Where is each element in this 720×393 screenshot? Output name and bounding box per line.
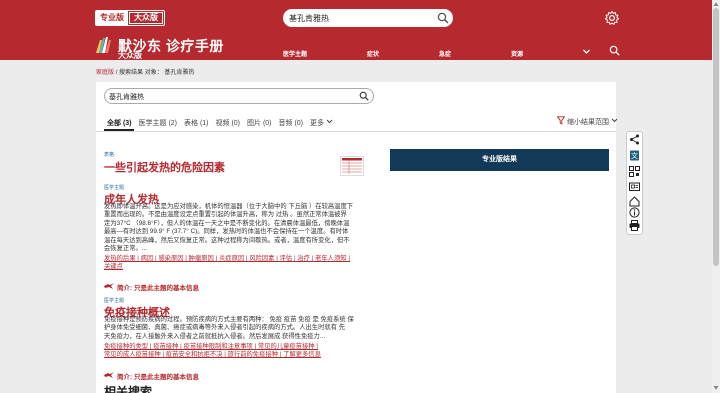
- search-icon[interactable]: [359, 91, 369, 101]
- section-links-line[interactable]: 常见的成人疫苗接种 | 疫苗安全和抗拒不决 | 旅行前的免疫接种 | 了解更多信…: [104, 351, 321, 359]
- scrollbar-thumb[interactable]: [713, 8, 719, 266]
- summary-bird-icon: [104, 372, 114, 378]
- tab-medical-topics[interactable]: 医学主题 (2): [139, 118, 178, 128]
- narrow-results-button[interactable]: 缩小结果范围: [567, 117, 618, 127]
- tab-audio[interactable]: 音频 (0): [279, 118, 304, 128]
- related-searches-heading: 相关搜索: [104, 385, 153, 393]
- results-search-value: 基孔肯雅热: [109, 94, 144, 101]
- header-search-input[interactable]: 基孔肯雅热: [283, 9, 453, 27]
- tabs-divider: [96, 131, 616, 132]
- nav-emergencies[interactable]: 急症: [439, 49, 451, 58]
- snippet-line: 会恢复正常。...: [104, 245, 148, 253]
- chevron-down-icon: [611, 118, 618, 123]
- tab-more-label: 更多: [310, 120, 324, 127]
- consumer-edition-button[interactable]: 大众版: [129, 12, 163, 24]
- result-type-tabs: 全部 (3) 医学主题 (2) 表格 (1) 视频 (0) 图片 (0) 音频 …: [107, 118, 333, 128]
- result-snippet: 免疫接种是预防疾病的过程。预防疾病的方式主要有两种： 免疫 疫苗 免疫 是 免疫…: [104, 316, 354, 341]
- breadcrumb-home-link[interactable]: 家庭版: [96, 70, 114, 76]
- search-icon[interactable]: [609, 45, 620, 56]
- chevron-down-icon: [326, 119, 333, 124]
- table-thumbnail-icon[interactable]: [340, 156, 364, 176]
- snippet-line: 护身体免受细菌、真菌、癌症或病毒等外来入侵者引起的疾病的方式。人出生时就有 先: [104, 324, 346, 332]
- result-title-link[interactable]: 一些引起发热的危险因素: [104, 159, 225, 175]
- section-links-line[interactable]: 发热的后果 | 病因 | 感染原因 | 肿瘤原因 | 炎症原因 | 风险因素 |…: [104, 255, 350, 263]
- svg-text:文: 文: [631, 151, 638, 160]
- tab-tables[interactable]: 表格 (1): [184, 118, 209, 128]
- edition-toggle[interactable]: 专业版 大众版: [95, 10, 165, 26]
- tab-images[interactable]: 图片 (0): [247, 118, 272, 128]
- tab-all[interactable]: 全部 (3): [107, 118, 132, 128]
- snippet-line: 定为37°C （98.6°F），但人的体温在一天之中是不断变化的。在清晨体温最低…: [104, 219, 350, 227]
- summary-bird-icon: [104, 283, 114, 289]
- home-icon[interactable]: [629, 181, 640, 192]
- result-snippet: 发热即体温升高。这是为应对感染，机体的恒温器（位于大脑中的 下丘脑 ）在较高温度…: [104, 203, 353, 253]
- snippet-line: 温在每天达到高峰，然后又恢复正常。这种过程称为间歇热。或者，温度有所变化，但不: [104, 236, 350, 244]
- header-search-value: 基孔肯雅热: [289, 14, 329, 23]
- nav-symptoms[interactable]: 症状: [367, 49, 379, 58]
- share-icon[interactable]: [629, 134, 640, 145]
- breadcrumb-current: 搜索结果 对象： 基孔肯雅热: [119, 70, 195, 76]
- tab-more[interactable]: 更多: [310, 118, 333, 128]
- qr-code-icon[interactable]: [629, 166, 640, 177]
- tab-videos[interactable]: 视频 (0): [216, 118, 241, 128]
- summary-link[interactable]: 简介: 只是此主题的基本信息: [117, 371, 199, 381]
- scroll-up-arrow-icon[interactable]: [713, 1, 719, 7]
- site-header: 专业版 大众版 基孔肯雅热 默沙东 诊疗手册 大众版 医学主题 症状 急症 资源: [0, 0, 712, 60]
- chevron-down-icon[interactable]: [582, 47, 591, 56]
- professional-edition-button[interactable]: 专业版: [96, 11, 128, 25]
- result-section-links[interactable]: 发热的后果 | 病因 | 感染原因 | 肿瘤原因 | 炎症原因 | 风险因素 |…: [104, 255, 350, 272]
- nav-resources[interactable]: 资源: [511, 49, 523, 58]
- section-links-line[interactable]: 关键点: [104, 263, 350, 271]
- filter-icon[interactable]: [557, 116, 565, 125]
- brand-logo-icon[interactable]: [94, 35, 114, 55]
- summary-link[interactable]: 简介: 只是此主题的基本信息: [117, 282, 199, 292]
- snippet-line: 最高—有时达到 99.9° F (37.7° C)。同样，发热时的体温也不会保持…: [104, 228, 349, 236]
- info-icon[interactable]: [629, 207, 640, 218]
- professional-results-button[interactable]: 专业版结果: [390, 149, 609, 171]
- gear-icon[interactable]: [604, 10, 620, 26]
- print-icon[interactable]: [629, 220, 640, 231]
- search-icon[interactable]: [437, 12, 449, 24]
- brand-edition-label: 大众版: [118, 51, 142, 60]
- result-type-label: 医学主题: [104, 298, 125, 304]
- result-section-links[interactable]: 免疫接种的类型 | 疫苗接种 | 疫苗接种限制和注意事项 | 常见的儿童疫苗接种…: [104, 343, 321, 360]
- home-icon[interactable]: [629, 196, 640, 207]
- result-type-label: 医学主题: [104, 185, 125, 191]
- nav-medical-topics[interactable]: 医学主题: [283, 49, 307, 58]
- snippet-line: 重置而出现的。不是由温度设定点重置引起的体温升高，称为 过热 。虽然正常体温被界: [104, 211, 347, 219]
- results-search-input[interactable]: 基孔肯雅热: [104, 88, 374, 104]
- breadcrumb: 家庭版 / 搜索结果 对象： 基孔肯雅热: [96, 67, 194, 76]
- snippet-line: 天免疫力，在人接触外来入侵者之前就抵抗入侵者。然后发展成 获得性免疫力...: [104, 332, 326, 340]
- breadcrumb-separator: /: [115, 70, 118, 76]
- narrow-results-label: 缩小结果范围: [567, 119, 609, 126]
- scroll-down-arrow-icon[interactable]: [713, 385, 719, 391]
- result-type-label: 表格: [104, 152, 115, 158]
- translate-icon[interactable]: 文: [629, 150, 640, 161]
